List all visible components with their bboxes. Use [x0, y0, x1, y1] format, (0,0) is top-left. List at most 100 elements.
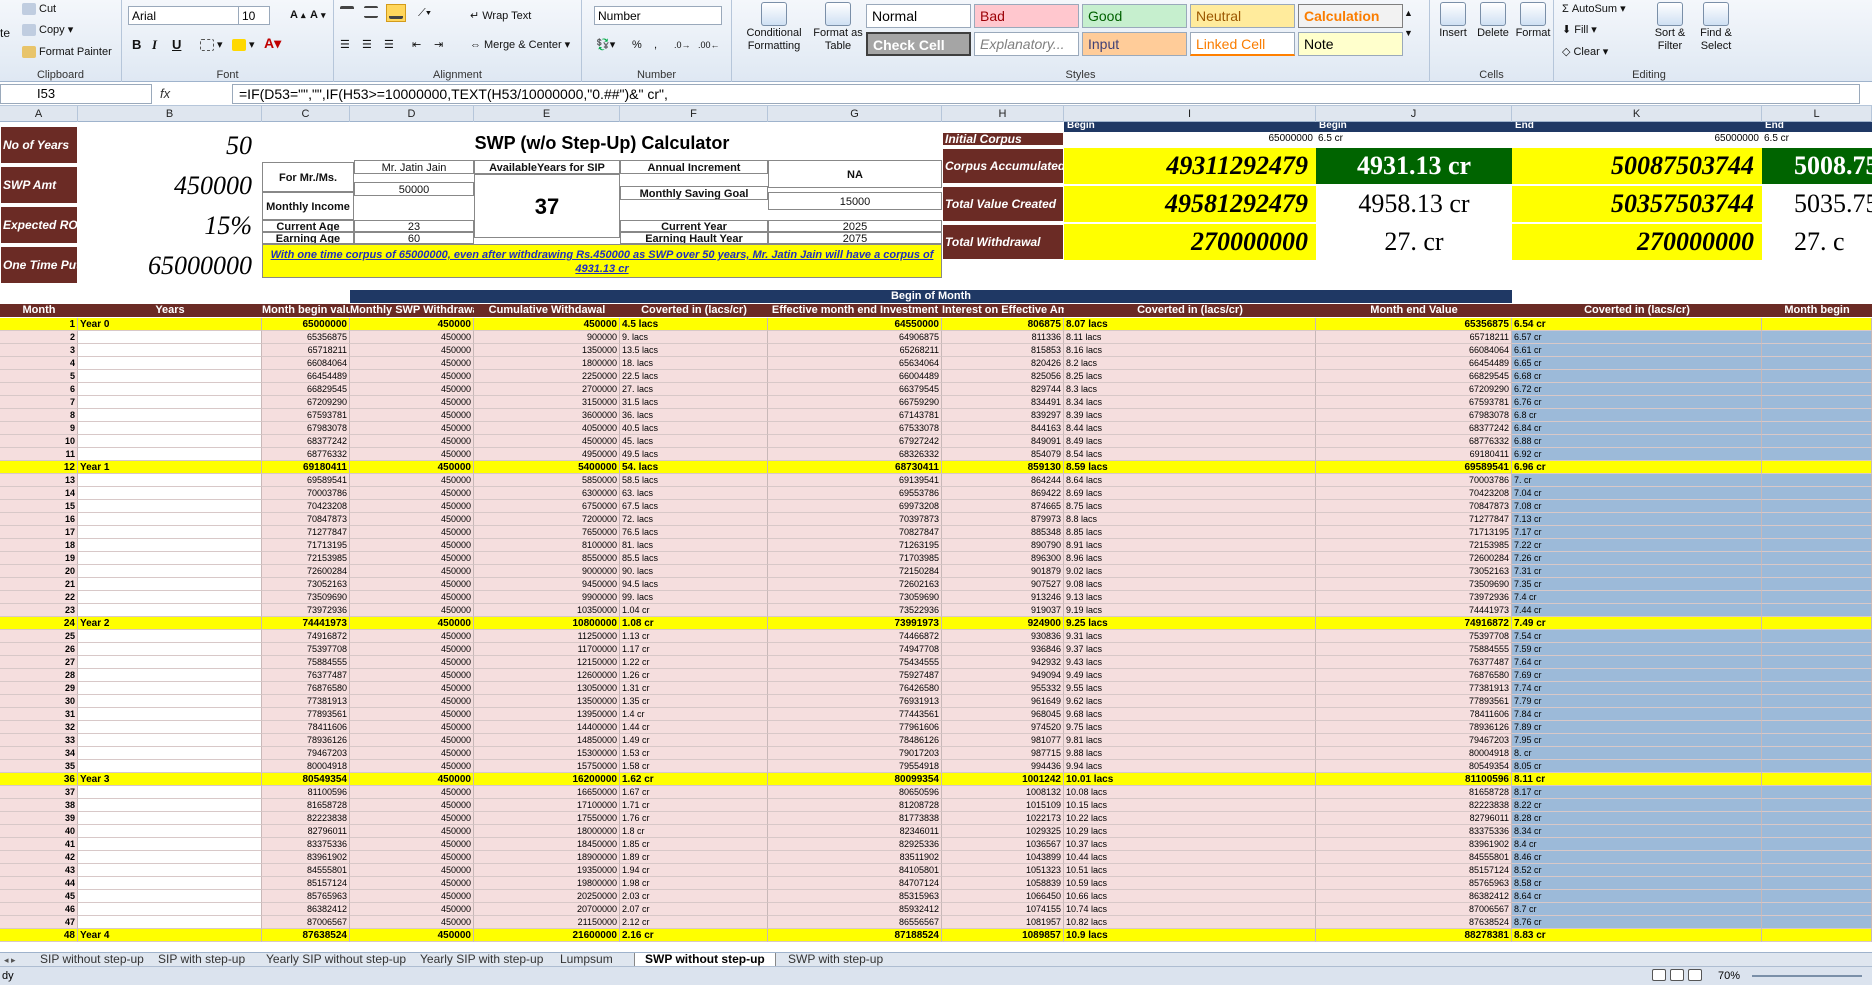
table-cell[interactable]: 450000	[350, 591, 474, 604]
table-cell[interactable]: 40.5 lacs	[620, 422, 768, 435]
table-cell[interactable]: 22	[0, 591, 78, 604]
conditional-formatting-button[interactable]: Conditional Formatting	[740, 2, 808, 53]
table-cell[interactable]: 1	[0, 318, 78, 331]
table-cell[interactable]: 8.34 lacs	[1064, 396, 1316, 409]
name-box[interactable]: I53	[0, 84, 152, 104]
table-cell[interactable]: 85.5 lacs	[620, 552, 768, 565]
table-cell[interactable]: 9. lacs	[620, 331, 768, 344]
table-cell[interactable]: 450000	[350, 500, 474, 513]
table-cell[interactable]: 76377487	[1316, 656, 1512, 669]
table-cell-empty[interactable]	[1762, 643, 1872, 656]
table-cell[interactable]: 4	[0, 357, 78, 370]
table-cell[interactable]: 5400000	[474, 461, 620, 474]
table-cell[interactable]: 74947708	[768, 643, 942, 656]
sheet-tab[interactable]: SWP without step-up	[634, 953, 776, 967]
table-cell[interactable]: 70847873	[262, 513, 350, 526]
table-cell[interactable]: 88278381	[1316, 929, 1512, 942]
table-cell[interactable]: 2250000	[474, 370, 620, 383]
table-cell[interactable]	[78, 682, 262, 695]
copy-button[interactable]: Copy ▾	[22, 23, 73, 37]
table-cell[interactable]: 72. lacs	[620, 513, 768, 526]
table-cell[interactable]: 82796011	[1316, 812, 1512, 825]
table-cell[interactable]: 987715	[942, 747, 1064, 760]
table-cell[interactable]: 8.3 lacs	[1064, 383, 1316, 396]
table-cell[interactable]: 44	[0, 877, 78, 890]
table-cell[interactable]: 48	[0, 929, 78, 942]
table-cell[interactable]: 815853	[942, 344, 1064, 357]
table-cell[interactable]: 68730411	[768, 461, 942, 474]
table-cell[interactable]: 85157124	[1316, 864, 1512, 877]
table-cell[interactable]: 36. lacs	[620, 409, 768, 422]
currency-button[interactable]: 💱▾	[596, 38, 615, 52]
table-cell[interactable]: 450000	[350, 578, 474, 591]
table-header-cell[interactable]: Month begin value	[262, 304, 350, 317]
table-cell[interactable]: 7200000	[474, 513, 620, 526]
table-cell[interactable]: 1.35 cr	[620, 695, 768, 708]
table-cell[interactable]	[78, 422, 262, 435]
table-cell[interactable]: 66084064	[1316, 344, 1512, 357]
fill-color-button[interactable]: ▾	[232, 38, 255, 52]
align-bottom-button[interactable]	[386, 4, 406, 22]
column-header-d[interactable]: D	[350, 106, 474, 122]
table-cell[interactable]: 74916872	[1316, 617, 1512, 630]
style-input[interactable]: Input	[1082, 32, 1187, 56]
table-cell[interactable]: 69589541	[1316, 461, 1512, 474]
shrink-font-button[interactable]: A ▾	[310, 8, 326, 22]
table-cell[interactable]: 7.89 cr	[1512, 721, 1762, 734]
table-cell[interactable]: 450000	[350, 799, 474, 812]
table-cell[interactable]: 76377487	[262, 669, 350, 682]
table-cell[interactable]: 1.49 cr	[620, 734, 768, 747]
table-cell[interactable]: 7.35 cr	[1512, 578, 1762, 591]
table-cell[interactable]: 73522936	[768, 604, 942, 617]
table-cell[interactable]	[78, 656, 262, 669]
borders-button[interactable]: ▾	[200, 38, 223, 52]
table-cell[interactable]: 10.44 lacs	[1064, 851, 1316, 864]
table-cell[interactable]: 77381913	[1316, 682, 1512, 695]
table-cell[interactable]: 900000	[474, 331, 620, 344]
table-cell[interactable]: 919037	[942, 604, 1064, 617]
table-cell[interactable]: 66454489	[1316, 357, 1512, 370]
style-bad[interactable]: Bad	[974, 4, 1079, 28]
table-cell[interactable]: 81773838	[768, 812, 942, 825]
table-cell[interactable]: 21150000	[474, 916, 620, 929]
table-cell[interactable]: 450000	[350, 513, 474, 526]
style-good[interactable]: Good	[1082, 4, 1187, 28]
table-cell[interactable]: 16	[0, 513, 78, 526]
table-cell[interactable]: 6.92 cr	[1512, 448, 1762, 461]
table-cell[interactable]: 21600000	[474, 929, 620, 942]
halt-year-value[interactable]: 2075	[768, 232, 942, 244]
table-cell[interactable]: 85157124	[262, 877, 350, 890]
table-cell[interactable]: 942932	[942, 656, 1064, 669]
table-cell[interactable]: 67983078	[1316, 409, 1512, 422]
column-header-f[interactable]: F	[620, 106, 768, 122]
sort-filter-button[interactable]: Sort & Filter	[1648, 2, 1692, 53]
table-cell[interactable]: 981077	[942, 734, 1064, 747]
table-cell[interactable]: 811336	[942, 331, 1064, 344]
table-cell[interactable]: 18450000	[474, 838, 620, 851]
insert-button[interactable]: Insert	[1434, 2, 1472, 40]
sheet-tab[interactable]: SWP with step-up	[778, 953, 893, 967]
table-header-cell[interactable]: Month	[0, 304, 78, 317]
table-cell[interactable]: 36	[0, 773, 78, 786]
table-cell[interactable]: 7.69 cr	[1512, 669, 1762, 682]
table-cell[interactable]: 955332	[942, 682, 1064, 695]
table-cell-empty[interactable]	[1762, 357, 1872, 370]
table-cell[interactable]: 65356875	[262, 331, 350, 344]
table-cell[interactable]: 7.08 cr	[1512, 500, 1762, 513]
table-cell[interactable]: 8.8 lacs	[1064, 513, 1316, 526]
table-cell[interactable]: 77893561	[262, 708, 350, 721]
table-cell[interactable]: 12600000	[474, 669, 620, 682]
style-explanatory[interactable]: Explanatory...	[974, 32, 1079, 56]
total-value-j[interactable]: 4958.13 cr	[1316, 186, 1512, 222]
percent-button[interactable]: %	[632, 38, 642, 52]
table-cell-empty[interactable]	[1762, 669, 1872, 682]
table-cell[interactable]: 1800000	[474, 357, 620, 370]
table-cell[interactable]: 7.4 cr	[1512, 591, 1762, 604]
table-cell[interactable]: 1.89 cr	[620, 851, 768, 864]
table-cell[interactable]: 27	[0, 656, 78, 669]
table-cell-empty[interactable]	[1762, 318, 1872, 331]
clear-button[interactable]: ◇ Clear ▾	[1562, 45, 1608, 59]
normal-view-icon[interactable]	[1652, 969, 1666, 981]
table-cell[interactable]: 68377242	[1316, 422, 1512, 435]
table-cell[interactable]: 77381913	[262, 695, 350, 708]
